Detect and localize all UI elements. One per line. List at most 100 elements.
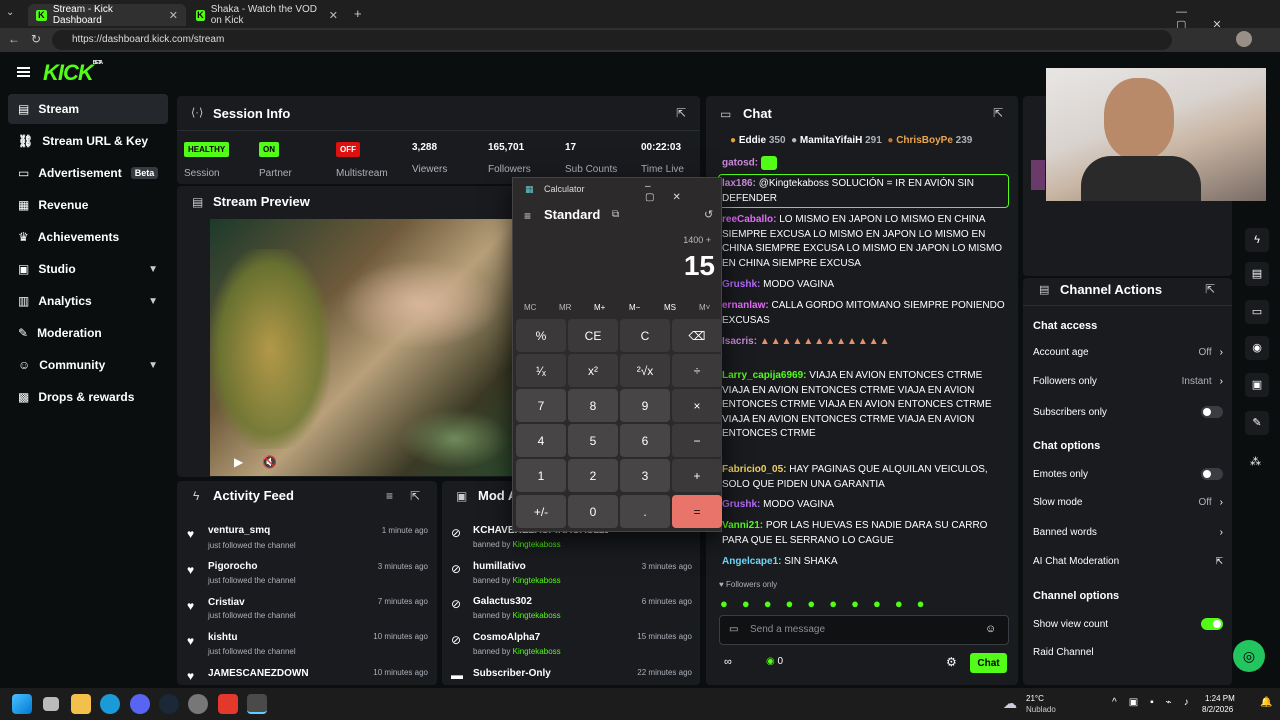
square-button[interactable]: x² <box>568 354 618 387</box>
slow-mode-row[interactable]: Slow mode Off › <box>1033 497 1223 508</box>
obs-icon[interactable] <box>188 694 208 714</box>
more-icon[interactable]: ⁂ <box>1250 455 1261 468</box>
digit-4-button[interactable]: 4 <box>516 424 566 457</box>
mod-item-name[interactable]: Galactus302 <box>473 596 532 607</box>
mod-icon[interactable]: ▣ <box>1245 373 1269 397</box>
subscribers-only-toggle[interactable] <box>1201 406 1223 418</box>
feed-item-name[interactable]: Cristiav <box>208 597 245 608</box>
backspace-button[interactable]: ⌫ <box>672 319 722 352</box>
popout-icon[interactable]: ⇱ <box>993 106 1003 120</box>
memory-list-button[interactable]: M˅ <box>699 303 710 312</box>
digit-0-button[interactable]: 0 <box>568 495 618 528</box>
decimal-button[interactable]: . <box>620 495 670 528</box>
calculator-taskbar-icon[interactable] <box>247 694 267 714</box>
hamburger-menu-icon[interactable]: ≡ <box>524 209 531 223</box>
support-chat-icon[interactable]: ◎ <box>1233 640 1265 672</box>
sidebar-item-stream-url[interactable]: ⛓ Stream URL & Key <box>8 126 168 156</box>
sidebar-item-community[interactable]: ☺ Community ▼ <box>8 350 168 380</box>
windows-start-icon[interactable] <box>12 694 32 714</box>
brave-icon[interactable] <box>218 694 238 714</box>
digit-6-button[interactable]: 6 <box>620 424 670 457</box>
feed-item-name[interactable]: JAMESCANEZDOWN <box>208 668 309 679</box>
feed-item-name[interactable]: kishtu <box>208 632 237 643</box>
steam-icon[interactable] <box>159 694 179 714</box>
digit-7-button[interactable]: 7 <box>516 389 566 422</box>
sidebar-item-drops[interactable]: ▩ Drops & rewards <box>8 382 168 412</box>
digit-3-button[interactable]: 3 <box>620 459 670 492</box>
notifications-icon[interactable]: 🔔 <box>1260 697 1272 708</box>
add-button[interactable]: + <box>672 459 722 492</box>
memory-clear-button[interactable]: MC <box>524 303 536 312</box>
multiply-button[interactable]: × <box>672 389 722 422</box>
sidebar-item-analytics[interactable]: ▥ Analytics ▼ <box>8 286 168 316</box>
emote-bar[interactable]: ●●●●●●●●●● <box>720 596 939 611</box>
sidebar-item-studio[interactable]: ▣ Studio ▼ <box>8 254 168 284</box>
subtract-button[interactable]: − <box>672 424 722 457</box>
profile-avatar[interactable] <box>1236 31 1252 47</box>
sidebar-item-stream[interactable]: ▤ Stream <box>8 94 168 124</box>
mod-item-name[interactable]: CosmoAlpha7 <box>473 632 540 643</box>
feed-item-name[interactable]: Pigorocho <box>208 561 257 572</box>
memory-store-button[interactable]: MS <box>664 303 676 312</box>
infinity-icon[interactable]: ∞ <box>724 656 732 668</box>
sqrt-button[interactable]: ²√x <box>620 354 670 387</box>
feed-item-name[interactable]: ventura_smq <box>208 525 270 536</box>
reload-icon[interactable]: ↻ <box>31 32 41 46</box>
reciprocal-button[interactable]: ¹⁄ₓ <box>516 354 566 387</box>
memory-add-button[interactable]: M+ <box>594 303 605 312</box>
memory-subtract-button[interactable]: M− <box>629 303 640 312</box>
digit-9-button[interactable]: 9 <box>620 389 670 422</box>
kick-logo[interactable]: KICKBETA <box>43 60 103 86</box>
emotes-only-toggle[interactable] <box>1201 468 1223 480</box>
sidebar-item-achievements[interactable]: ♛ Achievements <box>8 222 168 252</box>
followers-only-row[interactable]: Followers only Instant › <box>1033 376 1223 387</box>
clear-entry-button[interactable]: CE <box>568 319 618 352</box>
tab-list-icon[interactable]: ⌄ <box>6 7 14 18</box>
tab-stream-dashboard[interactable]: K Stream - Kick Dashboard ✕ <box>28 4 186 26</box>
popout-icon[interactable]: ⇱ <box>410 489 420 503</box>
keep-on-top-icon[interactable]: ⧉ <box>612 209 619 220</box>
memory-recall-button[interactable]: MR <box>559 303 571 312</box>
back-icon[interactable]: ← <box>8 32 20 46</box>
digit-5-button[interactable]: 5 <box>568 424 618 457</box>
mute-icon[interactable]: 🔇 <box>262 455 277 469</box>
clear-button[interactable]: C <box>620 319 670 352</box>
settings-gear-icon[interactable]: ⚙ <box>946 655 957 669</box>
broadcast-icon[interactable]: ◉ <box>1245 336 1269 360</box>
negate-button[interactable]: +/- <box>516 495 566 528</box>
raid-channel-row[interactable]: Raid Channel <box>1033 647 1223 658</box>
points-counter[interactable]: ◉ 0 <box>766 656 783 667</box>
divide-button[interactable]: ÷ <box>672 354 722 387</box>
filter-icon[interactable]: ≡ <box>386 489 393 503</box>
menu-icon[interactable] <box>17 67 30 77</box>
banned-words-row[interactable]: Banned words › <box>1033 527 1223 538</box>
digit-1-button[interactable]: 1 <box>516 459 566 492</box>
equals-button[interactable]: = <box>672 495 722 528</box>
file-explorer-icon[interactable] <box>71 694 91 714</box>
mod-item-name[interactable]: humillativo <box>473 561 526 572</box>
discord-icon[interactable] <box>130 694 150 714</box>
play-icon[interactable]: ▶ <box>234 455 243 469</box>
system-tray-icons[interactable]: ^▣▪⌁♪ <box>1112 697 1201 708</box>
sidebar-item-revenue[interactable]: ▦ Revenue <box>8 190 168 220</box>
new-tab-icon[interactable]: + <box>354 6 362 21</box>
calculator-window-controls[interactable]: –▢✕ <box>645 181 721 203</box>
ai-moderation-row[interactable]: AI Chat Moderation ⇱ <box>1033 556 1223 567</box>
clipboard-icon[interactable]: ▤ <box>1245 262 1269 286</box>
show-view-count-toggle[interactable] <box>1201 618 1223 630</box>
send-chat-button[interactable]: Chat <box>970 653 1007 673</box>
percent-button[interactable]: % <box>516 319 566 352</box>
stream-video[interactable] <box>210 219 513 476</box>
close-tab-icon[interactable]: ✕ <box>169 9 178 22</box>
close-tab-icon[interactable]: ✕ <box>329 9 338 22</box>
account-age-row[interactable]: Account age Off › <box>1033 347 1223 358</box>
task-view-icon[interactable] <box>43 697 59 711</box>
digit-8-button[interactable]: 8 <box>568 389 618 422</box>
sidebar-item-moderation[interactable]: ✎ Moderation <box>8 318 168 348</box>
popout-icon[interactable]: ⇱ <box>676 106 686 120</box>
history-icon[interactable]: ↺ <box>704 208 713 221</box>
wrench-icon[interactable]: ✎ <box>1245 411 1269 435</box>
chat-bubble-icon[interactable]: ▭ <box>1245 300 1269 324</box>
emoji-icon[interactable]: ☺ <box>985 623 996 635</box>
edge-icon[interactable] <box>100 694 120 714</box>
